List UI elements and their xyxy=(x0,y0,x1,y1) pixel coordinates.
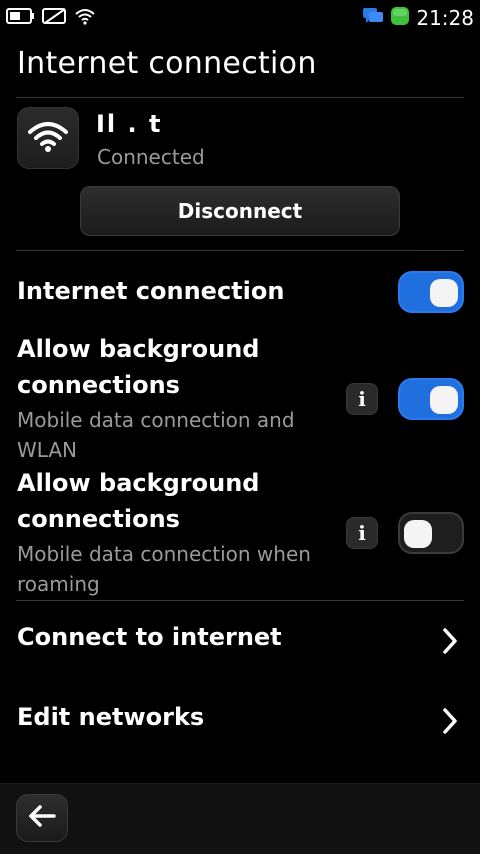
edit-networks-label: Edit networks xyxy=(17,703,205,731)
background-roaming-title-line1: Allow background xyxy=(17,469,260,497)
background-roaming-subtitle-line2: roaming xyxy=(17,572,100,596)
connect-to-internet-row[interactable]: Connect to internet xyxy=(0,606,480,676)
chevron-right-icon xyxy=(442,707,458,739)
no-sim-icon xyxy=(42,7,68,29)
background-wlan-subtitle-line1: Mobile data connection and xyxy=(17,408,295,432)
background-wlan-subtitle-line2: WLAN xyxy=(17,438,78,462)
back-button[interactable] xyxy=(16,794,68,842)
background-roaming-subtitle-line1: Mobile data connection when xyxy=(17,542,311,566)
bottom-toolbar xyxy=(0,783,480,854)
internet-connection-label: Internet connection xyxy=(17,277,285,305)
battery-icon xyxy=(6,7,36,29)
network-icon-tile xyxy=(17,107,79,169)
info-button[interactable]: i xyxy=(346,383,378,415)
divider xyxy=(16,97,464,98)
network-status: Connected xyxy=(97,145,205,169)
chat-icon xyxy=(362,6,384,30)
status-bar: 21:28 xyxy=(0,0,480,34)
toggle-knob xyxy=(430,279,458,307)
wifi-icon xyxy=(26,118,70,158)
background-wlan-title-line2: connections xyxy=(17,371,180,399)
back-arrow-icon xyxy=(27,804,57,832)
toggle-knob xyxy=(430,386,458,414)
network-name: Il . t xyxy=(96,110,163,138)
divider xyxy=(16,250,464,251)
connect-to-internet-label: Connect to internet xyxy=(17,623,282,651)
divider xyxy=(16,600,464,601)
info-button[interactable]: i xyxy=(346,517,378,549)
background-roaming-toggle[interactable] xyxy=(398,512,464,554)
background-wlan-toggle[interactable] xyxy=(398,378,464,420)
wifi-icon xyxy=(74,7,96,29)
toggle-knob xyxy=(404,520,432,548)
background-wlan-title-line1: Allow background xyxy=(17,335,260,363)
internet-connection-toggle[interactable] xyxy=(398,271,464,313)
page-title: Internet connection xyxy=(17,46,317,81)
clock: 21:28 xyxy=(416,6,474,30)
online-status-icon xyxy=(390,6,410,30)
background-roaming-title-line2: connections xyxy=(17,505,180,533)
chevron-right-icon xyxy=(442,627,458,659)
disconnect-button[interactable]: Disconnect xyxy=(80,186,400,236)
edit-networks-row[interactable]: Edit networks xyxy=(0,686,480,756)
